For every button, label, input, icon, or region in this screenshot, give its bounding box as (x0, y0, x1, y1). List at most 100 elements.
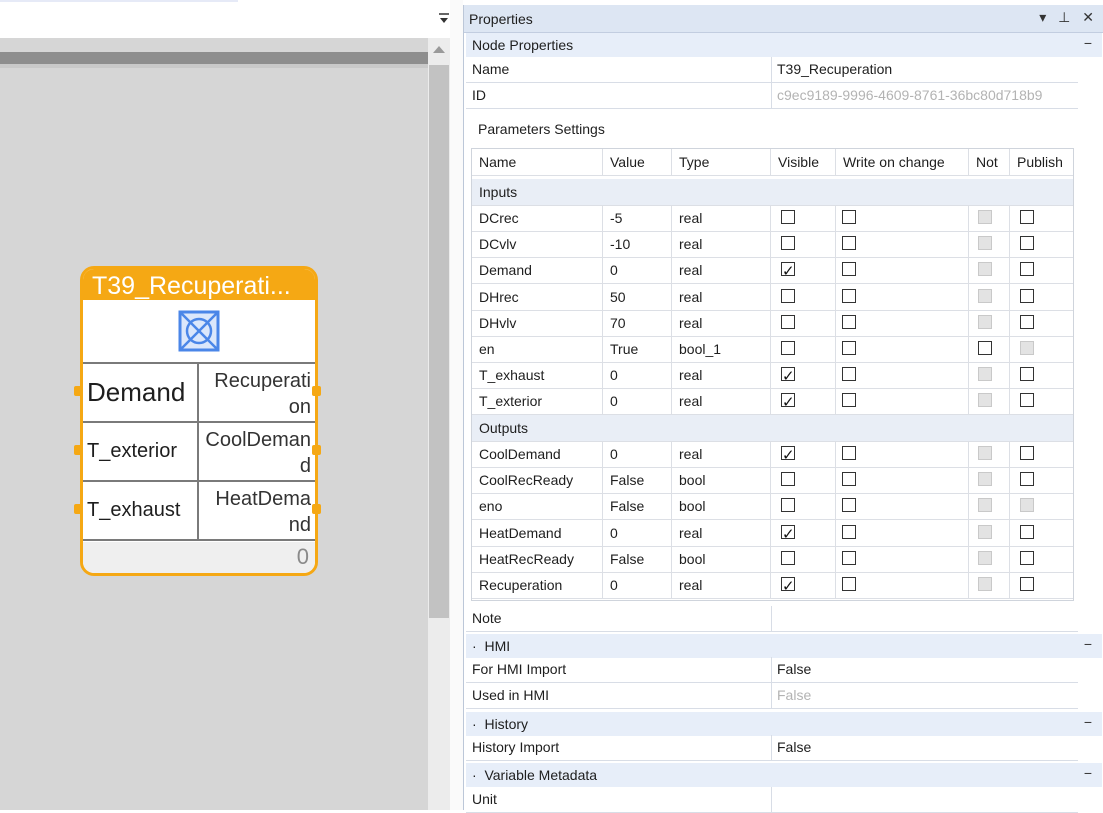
scroll-up-arrow-icon[interactable] (433, 46, 445, 53)
param-value-cell[interactable]: 0 (603, 519, 672, 546)
section-hmi[interactable]: · HMI − (466, 634, 1102, 658)
param-value-cell[interactable]: 0 (603, 257, 672, 284)
column-header-write-on-change[interactable]: Write on change (836, 149, 969, 175)
table-row[interactable]: DHvlv 70 real (472, 309, 1073, 337)
publish-checkbox[interactable] (1020, 262, 1034, 277)
pin-icon[interactable]: ⊥ (1058, 9, 1074, 25)
input-port-t-exterior[interactable] (74, 445, 83, 455)
param-value-cell[interactable]: 0 (603, 441, 672, 467)
visible-checkbox[interactable] (781, 210, 795, 224)
param-value-cell[interactable]: False (603, 467, 672, 494)
scrollbar-thumb[interactable] (429, 65, 449, 618)
write-on-change-checkbox[interactable] (842, 550, 856, 565)
property-row-history-import[interactable]: History Import False (466, 735, 1078, 761)
publish-checkbox[interactable] (1020, 524, 1034, 539)
output-port-cooldemand[interactable] (312, 445, 321, 455)
not-checkbox[interactable] (978, 341, 992, 355)
write-on-change-checkbox[interactable] (842, 314, 856, 329)
table-row[interactable]: HeatDemand 0 real (472, 519, 1073, 547)
section-node-properties[interactable]: Node Properties − (466, 33, 1102, 57)
write-on-change-checkbox[interactable] (842, 341, 856, 355)
param-value-cell[interactable]: 70 (603, 309, 672, 336)
visible-checkbox[interactable] (781, 443, 795, 467)
write-on-change-checkbox[interactable] (842, 446, 856, 460)
publish-checkbox[interactable] (1020, 577, 1034, 591)
param-value-cell[interactable]: 0 (603, 362, 672, 389)
collapse-icon[interactable]: − (1084, 35, 1092, 51)
table-row[interactable]: Demand 0 real (472, 257, 1073, 285)
publish-checkbox[interactable] (1020, 393, 1034, 408)
publish-checkbox[interactable] (1020, 472, 1034, 487)
table-row[interactable]: CoolDemand 0 real (472, 441, 1073, 468)
param-value-cell[interactable]: 50 (603, 283, 672, 310)
column-header-not[interactable]: Not (969, 149, 1010, 175)
publish-checkbox[interactable] (1020, 446, 1034, 460)
output-port-recuperation[interactable] (312, 386, 321, 396)
param-value-cell[interactable]: 0 (603, 388, 672, 415)
visible-checkbox[interactable] (781, 341, 795, 355)
visible-checkbox[interactable] (781, 498, 795, 513)
param-value-cell[interactable]: -5 (603, 205, 672, 231)
table-row[interactable]: CoolRecReady False bool (472, 467, 1073, 495)
collapse-icon[interactable]: − (1084, 765, 1092, 781)
write-on-change-checkbox[interactable] (842, 367, 856, 382)
publish-checkbox[interactable] (1020, 367, 1034, 382)
publish-checkbox[interactable] (1020, 314, 1034, 329)
table-row[interactable]: DCvlv -10 real (472, 231, 1073, 259)
publish-checkbox[interactable] (1020, 210, 1034, 224)
collapse-icon[interactable]: − (1084, 714, 1092, 730)
write-on-change-checkbox[interactable] (842, 524, 856, 539)
param-value-cell[interactable]: False (603, 545, 672, 572)
write-on-change-checkbox[interactable] (842, 393, 856, 408)
param-value-cell[interactable]: True (603, 336, 672, 362)
write-on-change-checkbox[interactable] (842, 262, 856, 277)
property-row-unit[interactable]: Unit (466, 787, 1078, 813)
visible-checkbox[interactable] (781, 390, 795, 414)
visible-checkbox[interactable] (781, 288, 795, 303)
visible-checkbox[interactable] (781, 259, 795, 283)
property-row-used-in-hmi[interactable]: Used in HMI False (466, 683, 1078, 709)
table-row[interactable]: T_exterior 0 real (472, 388, 1073, 416)
visible-checkbox[interactable] (781, 522, 795, 546)
canvas-vertical-scrollbar[interactable] (428, 38, 450, 810)
table-row[interactable]: HeatRecReady False bool (472, 545, 1073, 573)
publish-checkbox[interactable] (1020, 288, 1034, 303)
write-on-change-checkbox[interactable] (842, 288, 856, 303)
visible-checkbox[interactable] (781, 364, 795, 388)
property-value[interactable]: False (777, 739, 811, 755)
column-header-name[interactable]: Name (472, 149, 603, 175)
property-value[interactable]: False (777, 661, 811, 677)
property-row-name[interactable]: Name T39_Recuperation (466, 57, 1078, 83)
collapse-icon[interactable]: − (1084, 636, 1092, 652)
dropdown-icon[interactable]: ▾ (1039, 9, 1050, 25)
property-row-for-hmi-import[interactable]: For HMI Import False (466, 657, 1078, 683)
write-on-change-checkbox[interactable] (842, 577, 856, 591)
publish-checkbox[interactable] (1020, 550, 1034, 565)
property-value[interactable]: T39_Recuperation (777, 61, 892, 77)
column-header-type[interactable]: Type (672, 149, 771, 175)
table-row[interactable]: Recuperation 0 real (472, 572, 1073, 599)
visible-checkbox[interactable] (781, 472, 795, 487)
visible-checkbox[interactable] (781, 574, 795, 598)
section-history[interactable]: · History − (466, 712, 1102, 736)
table-row[interactable]: T_exhaust 0 real (472, 362, 1073, 390)
param-value-cell[interactable]: 0 (603, 572, 672, 598)
input-port-t-exhaust[interactable] (74, 504, 83, 514)
table-row[interactable]: en True bool_1 (472, 336, 1073, 363)
panel-splitter[interactable] (450, 0, 463, 810)
column-header-visible[interactable]: Visible (771, 149, 836, 175)
param-value-cell[interactable]: -10 (603, 231, 672, 258)
table-row[interactable]: DHrec 50 real (472, 283, 1073, 311)
visible-checkbox[interactable] (781, 314, 795, 329)
output-port-heatdemand[interactable] (312, 504, 321, 514)
publish-checkbox[interactable] (1020, 236, 1034, 251)
column-header-publish[interactable]: Publish (1010, 149, 1073, 175)
property-row-note[interactable]: Note (466, 606, 1078, 632)
visible-checkbox[interactable] (781, 550, 795, 565)
write-on-change-checkbox[interactable] (842, 498, 856, 513)
section-variable-metadata[interactable]: · Variable Metadata − (466, 763, 1102, 787)
write-on-change-checkbox[interactable] (842, 210, 856, 224)
visible-checkbox[interactable] (781, 236, 795, 251)
table-row[interactable]: DCrec -5 real (472, 205, 1073, 232)
write-on-change-checkbox[interactable] (842, 472, 856, 487)
